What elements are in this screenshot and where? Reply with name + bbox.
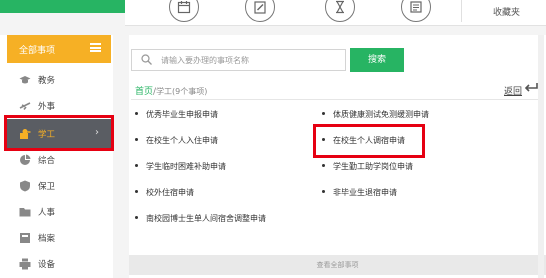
- sidebar-item-dangan[interactable]: 档案: [7, 225, 111, 251]
- edit-icon[interactable]: [245, 0, 275, 22]
- breadcrumb-current: 学工(9个事项): [156, 87, 208, 96]
- top-toolbar: 收藏夹: [125, 0, 546, 26]
- service-item-label: 校外住宿申请: [146, 188, 194, 197]
- archive-icon: [20, 233, 30, 243]
- service-item-label: 在校生个人入住申请: [146, 136, 218, 145]
- highlight-box-item: [313, 124, 425, 158]
- service-item[interactable]: 优秀毕业生申报申请: [135, 109, 218, 120]
- top-brand-strip: [0, 0, 125, 13]
- highlight-box-sidebar: [4, 115, 114, 151]
- search-placeholder: 请输入要办理的事项名称: [161, 56, 249, 65]
- sidebar-item-shebei[interactable]: 设备: [7, 251, 111, 277]
- breadcrumb-home-link[interactable]: 首页: [135, 87, 153, 97]
- shield-icon: [20, 180, 30, 192]
- service-item[interactable]: 学生勤工助学岗位申请: [322, 161, 413, 172]
- service-item[interactable]: 非毕业生退宿申请: [322, 187, 397, 198]
- service-item-label: 体质健康测试免测缓测申请: [333, 110, 429, 119]
- page: 收藏夹 全部事项 教务 外事 学工 › 综合 保卫 人事 档案 设备 请输入要办…: [0, 0, 546, 278]
- service-item[interactable]: 在校生个人入住申请: [135, 135, 218, 146]
- service-item-label: 优秀毕业生申报申请: [146, 110, 218, 119]
- view-all-button[interactable]: 查看全部事项: [129, 255, 546, 275]
- search-button[interactable]: 搜索: [350, 48, 404, 72]
- sidebar-item-label: 人事: [38, 208, 56, 218]
- bullet-icon: [135, 138, 138, 141]
- sidebar-item-label: 外事: [38, 102, 56, 112]
- graduation-cap-icon: [19, 76, 31, 84]
- bullet-icon: [135, 164, 138, 167]
- search-icon: [141, 54, 152, 65]
- sidebar-item-baowei[interactable]: 保卫: [7, 173, 111, 199]
- toolbar-divider: [461, 0, 462, 22]
- sidebar-item-label: 档案: [38, 234, 56, 244]
- sidebar-item-renshi[interactable]: 人事: [7, 199, 111, 225]
- printer-icon: [19, 258, 31, 270]
- hourglass-icon[interactable]: [325, 0, 355, 22]
- service-item-label: 学生勤工助学岗位申请: [333, 162, 413, 171]
- service-item-label: 非毕业生退宿申请: [333, 188, 397, 197]
- sidebar-item-label: 设备: [38, 260, 56, 270]
- service-item[interactable]: 校外住宿申请: [135, 187, 194, 198]
- bullet-icon: [135, 216, 138, 219]
- bullet-icon: [135, 112, 138, 115]
- sidebar-item-label: 保卫: [38, 182, 56, 192]
- bullet-icon: [322, 164, 325, 167]
- sidebar: 全部事项 教务 外事 学工 › 综合 保卫 人事 档案 设备: [0, 35, 113, 278]
- service-item[interactable]: 体质健康测试免测缓测申请: [322, 109, 429, 120]
- schedule-icon[interactable]: [401, 0, 431, 22]
- sidebar-header-label: 全部事项: [19, 46, 56, 56]
- service-item-label: 南校园博士生单人间宿舍调整申请: [146, 214, 266, 223]
- calendar-icon[interactable]: [169, 0, 199, 22]
- breadcrumb-divider: [131, 99, 544, 100]
- service-item[interactable]: 南校园博士生单人间宿舍调整申请: [135, 213, 266, 224]
- scrollbar[interactable]: [538, 35, 544, 278]
- back-link[interactable]: 返回: [504, 84, 522, 97]
- service-item-label: 学生临时困难补助申请: [146, 162, 226, 171]
- sidebar-item-label: 教务: [38, 76, 56, 86]
- bullet-icon: [322, 112, 325, 115]
- menu-icon[interactable]: [90, 43, 101, 52]
- grid-icon: [20, 154, 31, 165]
- bullet-icon: [135, 190, 138, 193]
- sidebar-item-label: 综合: [38, 156, 56, 166]
- folder-icon: [19, 208, 31, 217]
- bullet-icon: [322, 190, 325, 193]
- favorites-link[interactable]: 收藏夹: [493, 5, 520, 18]
- airplane-icon: [19, 102, 31, 110]
- breadcrumb: 首页/学工(9个事项): [135, 84, 207, 97]
- search-input[interactable]: 请输入要办理的事项名称: [131, 49, 346, 71]
- back-arrow-icon[interactable]: [524, 82, 538, 94]
- service-item[interactable]: 学生临时困难补助申请: [135, 161, 226, 172]
- sidebar-header[interactable]: 全部事项: [7, 35, 111, 63]
- sidebar-item-jiaowu[interactable]: 教务: [7, 67, 111, 93]
